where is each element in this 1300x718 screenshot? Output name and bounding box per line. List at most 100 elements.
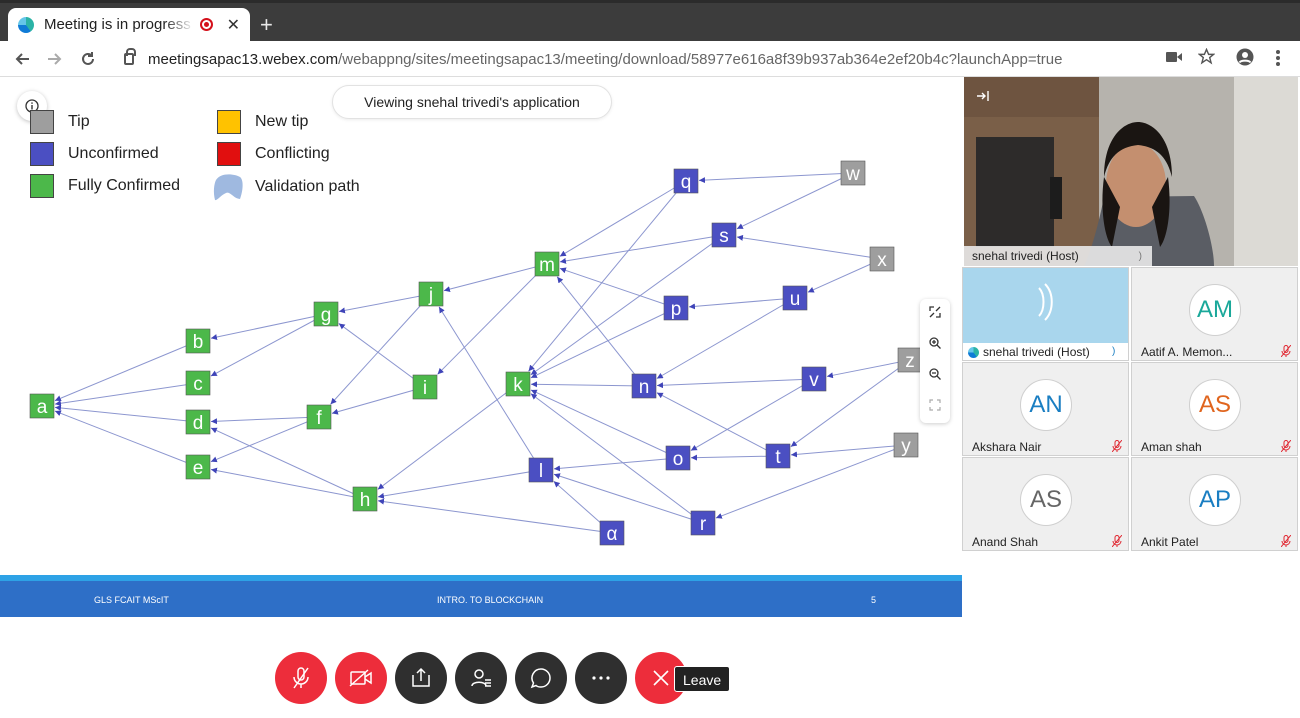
back-icon[interactable] (10, 47, 34, 71)
edge-t-o (690, 454, 779, 461)
edge-h-d (210, 427, 366, 500)
avatar: AP (1189, 474, 1241, 526)
muted-mic-icon (1112, 535, 1122, 547)
node-p: p (663, 295, 689, 321)
edge-i-g (338, 323, 426, 388)
node-label: r (700, 514, 707, 535)
edge-g-b (210, 313, 327, 340)
star-icon[interactable] (1197, 47, 1216, 70)
node-label: a (37, 397, 48, 418)
participant-tile[interactable]: AN Akshara Nair (962, 362, 1129, 456)
participant-tile[interactable]: AM Aatif A. Memon... (1131, 267, 1298, 361)
node-label: t (775, 447, 781, 468)
node-k: k (505, 371, 531, 397)
edge-s-m (559, 234, 725, 264)
legend-swatch (30, 110, 54, 134)
audio-wave-icon: ) (1112, 346, 1116, 357)
chat-icon (530, 668, 551, 689)
browser-tab[interactable]: Meeting is in progress ✕ (8, 8, 250, 41)
participant-tile[interactable]: AS Anand Shah (962, 457, 1129, 551)
tab-title: Meeting is in progress (43, 16, 191, 33)
share-button[interactable] (395, 652, 447, 704)
edge-y-r (715, 444, 907, 519)
edge-h-e (210, 467, 366, 500)
participant-name: Ankit Patel (1141, 535, 1199, 549)
address-bar[interactable]: meetingsapac13.webex.com/webappng/sites/… (108, 44, 1268, 74)
host-video-label: snehal trivedi (Host) ) (964, 246, 1152, 266)
participant-name: Akshara Nair (972, 440, 1042, 454)
muted-mic-icon (1281, 440, 1291, 452)
node-u: u (782, 285, 808, 311)
camera-icon[interactable] (1166, 50, 1182, 68)
node-r: r (690, 510, 716, 536)
node-label: f (316, 408, 322, 429)
legend-validation-path: Validation path (213, 172, 360, 202)
node-label: d (193, 413, 204, 434)
host-video-frame (964, 77, 1298, 266)
tab-close-icon[interactable]: ✕ (227, 15, 240, 35)
node-j: j (418, 281, 444, 307)
avatar: AM (1189, 284, 1241, 336)
node-label: e (193, 458, 204, 479)
video-off-icon (349, 669, 372, 687)
fullscreen-icon[interactable] (920, 299, 950, 330)
reload-icon[interactable] (76, 47, 100, 71)
leave-tooltip: Leave (674, 666, 731, 692)
avatar: AS (1020, 474, 1072, 526)
edge-w-s (736, 172, 854, 230)
browser-toolbar: meetingsapac13.webex.com/webappng/sites/… (0, 41, 1300, 77)
host-video[interactable] (964, 77, 1298, 266)
menu-icon[interactable] (1276, 50, 1280, 71)
forward-icon[interactable] (43, 47, 67, 71)
close-icon (653, 670, 669, 686)
more-options-button[interactable] (575, 652, 627, 704)
node-c: c (185, 370, 211, 396)
node-label: m (539, 255, 555, 276)
node-l: l (528, 457, 554, 483)
node-o: o (665, 445, 691, 471)
participant-name: Aman shah (1141, 440, 1202, 454)
edge-l-h (377, 469, 542, 499)
legend-swatch (217, 110, 241, 134)
node-label: b (193, 332, 204, 353)
node-label: n (639, 377, 650, 398)
edge-z-v (826, 359, 911, 379)
slide-number: 5 (871, 595, 877, 605)
node-label: s (719, 226, 729, 247)
account-icon[interactable] (1236, 48, 1254, 71)
stop-video-button[interactable] (335, 652, 387, 704)
participant-tile[interactable]: AS Aman shah (1131, 362, 1298, 456)
participants-button[interactable] (455, 652, 507, 704)
legend-fully-confirmed: Fully Confirmed (30, 174, 180, 198)
node-label: α (607, 524, 618, 545)
fit-icon[interactable] (920, 392, 950, 423)
edge-p-k (530, 307, 677, 379)
edge-v-n (656, 378, 815, 389)
participant-tile[interactable]: snehal trivedi (Host) ) (962, 267, 1129, 361)
footer-center-text: INTRO. TO BLOCKCHAIN (437, 595, 544, 605)
muted-mic-icon (1281, 345, 1291, 357)
new-tab-button[interactable]: + (260, 12, 273, 38)
node-e: e (185, 454, 211, 480)
zoom-in-icon[interactable] (920, 330, 950, 361)
legend-tip: Tip (30, 110, 90, 134)
muted-mic-icon (293, 667, 309, 689)
node-q: q (673, 168, 699, 194)
chat-button[interactable] (515, 652, 567, 704)
zoom-out-icon[interactable] (920, 361, 950, 392)
node-α: α (599, 520, 625, 546)
participant-name: snehal trivedi (Host) (983, 345, 1090, 359)
node-f: f (306, 404, 332, 430)
collapse-video-icon[interactable] (976, 89, 990, 107)
edge-α-h (377, 498, 613, 534)
node-n: n (631, 373, 657, 399)
edge-i-f (331, 386, 426, 415)
node-d: d (185, 409, 211, 435)
recording-icon (199, 18, 213, 31)
node-w: w (840, 160, 866, 186)
edge-g-c (210, 313, 327, 377)
node-label: g (321, 305, 332, 326)
legend-swatch (217, 142, 241, 166)
mute-button[interactable] (275, 652, 327, 704)
participant-tile[interactable]: AP Ankit Patel (1131, 457, 1298, 551)
